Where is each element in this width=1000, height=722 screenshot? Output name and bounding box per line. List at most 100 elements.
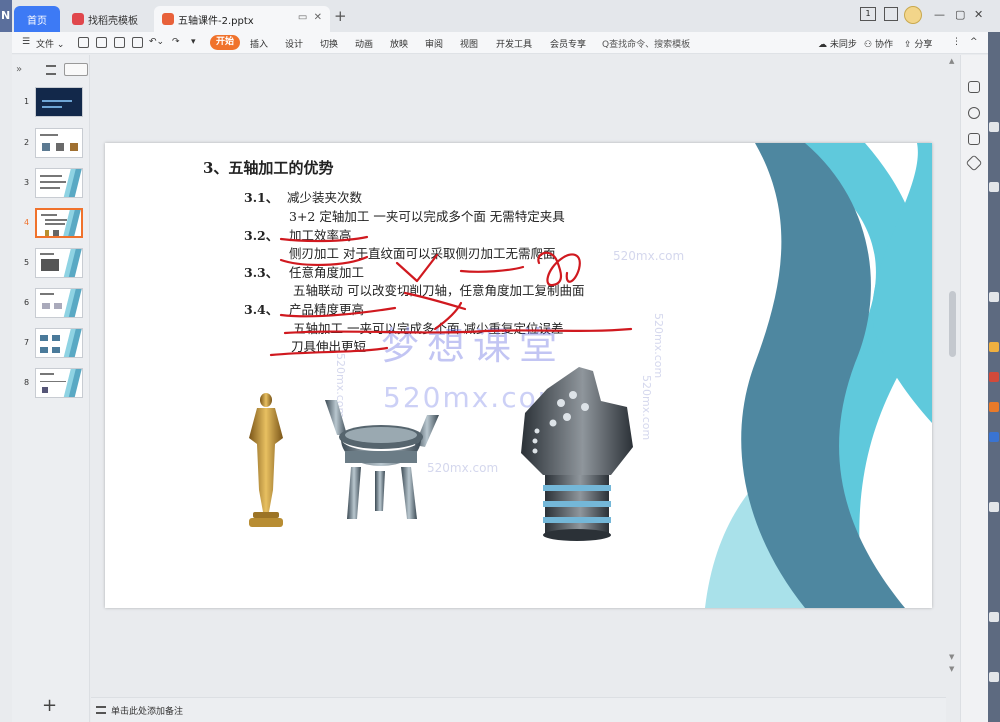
menu-tab-start[interactable]: 开始 [210,35,240,50]
pptx-file-icon [162,13,174,25]
thumbnail-item[interactable]: 2 [12,128,90,160]
tab-bar: N 首页 找稻壳模板 五轴课件-2.pptx ▭ ✕ + 1 — ▢ ✕ [0,0,1000,32]
ribbon-collapse-icon[interactable]: ^ [970,37,978,47]
add-slide-button[interactable]: + [42,695,57,716]
new-tab-button[interactable]: + [334,9,347,24]
command-search[interactable]: Q查找命令、搜索模板 [602,37,690,50]
watermark-small: 520mx.com [652,313,665,379]
thumbnail-number: 1 [24,97,30,106]
window-layout-icon[interactable]: 1 [860,7,876,21]
collab-label: 协作 [874,40,893,50]
taskbar-icon[interactable] [989,612,999,622]
thumbnail-image[interactable] [35,87,83,117]
taskbar-icon[interactable] [989,432,999,442]
more-dropdown-icon[interactable]: ▾ [191,37,196,47]
export-icon[interactable] [96,37,107,48]
thumbnail-image[interactable] [35,288,83,318]
slide-canvas: 3、五轴加工的优势 3.1、 减少装夹次数 3+2 定轴加工 一夹可以完成多个面… [91,55,945,697]
tab-template[interactable]: 找稻壳模板 [64,6,152,32]
thumbnail-number: 7 [24,338,30,347]
share-button[interactable]: ⇪ 分享 [904,37,932,50]
menu-tab-transition[interactable]: 切换 [320,37,338,50]
thumbnail-image[interactable] [35,128,83,158]
trophy-statue-image[interactable] [237,390,295,530]
item-heading: 任意角度加工 [289,265,365,280]
drill-bit-model-image[interactable] [517,367,635,543]
undo-icon[interactable]: ↶⌄ [149,37,164,47]
redo-icon[interactable]: ↷ [172,37,180,47]
item-heading: 减少装夹次数 [287,190,363,205]
outline-view-icon[interactable] [46,65,56,75]
taskbar-icon[interactable] [989,342,999,352]
thumbnail-image[interactable] [35,208,83,238]
taskbar-icon[interactable] [989,402,999,412]
slide-thumbnail-panel: » 1 2 3 4 5 6 7 8 + [12,55,90,722]
preview-icon[interactable] [132,37,143,48]
notes-placeholder[interactable]: 单击此处添加备注 [111,704,183,717]
vertical-scrollbar[interactable]: ▲ ▼ ▼ [946,55,960,722]
scroll-down-icon[interactable]: ▼ [949,653,954,661]
more-options-icon[interactable]: ⋮ [952,37,961,47]
notes-bar[interactable]: 单击此处添加备注 [91,697,946,722]
menu-tab-view[interactable]: 视图 [460,37,478,50]
sync-label: 未同步 [829,40,857,50]
tab-close-icon[interactable]: ▭ ✕ [298,12,322,23]
thumbnail-image[interactable] [35,328,83,358]
scroll-up-icon[interactable]: ▲ [949,57,954,65]
save-icon[interactable] [78,37,89,48]
thumbnail-item[interactable]: 8 [12,368,90,400]
menu-tab-insert[interactable]: 插入 [250,37,268,50]
menu-tab-review[interactable]: 审阅 [425,37,443,50]
slide[interactable]: 3、五轴加工的优势 3.1、 减少装夹次数 3+2 定轴加工 一夹可以完成多个面… [105,143,932,608]
thumbnail-number: 6 [24,298,30,307]
item-number: 3.2、 [244,228,279,243]
design-icon[interactable] [968,81,980,93]
tab-home[interactable]: 首页 [14,6,60,32]
scroll-down-page-icon[interactable]: ▼ [949,665,954,673]
taskbar-icon[interactable] [989,292,999,302]
close-icon[interactable]: ✕ [974,8,983,21]
maximize-icon[interactable]: ▢ [955,8,965,21]
location-icon[interactable] [968,107,980,119]
thumbnail-item[interactable]: 1 [12,87,90,119]
thumbnail-image[interactable] [35,168,83,198]
thumbnail-item[interactable]: 6 [12,288,90,320]
thumbnail-item[interactable]: 7 [12,328,90,360]
scrollbar-thumb[interactable] [949,291,956,357]
taskbar-icon[interactable] [989,122,999,132]
menu-tab-developer[interactable]: 开发工具 [496,37,532,50]
file-menu[interactable]: 文件 ⌄ [36,37,64,50]
taskbar-icon[interactable] [989,502,999,512]
slides-view-icon[interactable] [64,63,88,76]
book-icon[interactable] [968,133,980,145]
taskbar-icon[interactable] [989,372,999,382]
sync-status[interactable]: ☁ 未同步 [818,37,857,50]
menu-tab-member[interactable]: 会员专享 [550,37,586,50]
menu-tab-slideshow[interactable]: 放映 [390,37,408,50]
cube-icon[interactable] [965,154,983,172]
menu-tab-animation[interactable]: 动画 [355,37,373,50]
taskbar-icon[interactable] [989,672,999,682]
hamburger-menu-icon[interactable]: ☰ [22,37,30,47]
collaborate-button[interactable]: ⚇ 协作 [864,37,893,50]
thumbnail-item-active[interactable]: 4 [12,208,90,240]
taskbar-icon[interactable] [989,182,999,192]
thumbnail-image[interactable] [35,368,83,398]
menu-tab-design[interactable]: 设计 [285,37,303,50]
tab-document[interactable]: 五轴课件-2.pptx ▭ ✕ [154,6,330,32]
avatar[interactable] [904,6,922,24]
item-number: 3.3、 [244,265,279,280]
item-heading: 产品精度更高 [289,302,365,317]
share-label: 分享 [914,40,933,50]
thumbnail-item[interactable]: 3 [12,168,90,200]
apps-grid-icon[interactable] [884,7,898,21]
tab-document-label: 五轴课件-2.pptx [178,15,254,27]
thumbnail-number: 3 [24,178,30,187]
thumbnail-image[interactable] [35,248,83,278]
cauldron-model-image[interactable] [317,395,447,527]
collapse-panel-icon[interactable]: » [16,64,22,75]
thumbnail-item[interactable]: 5 [12,248,90,280]
print-icon[interactable] [114,37,125,48]
item-detail: 侧刃加工 对于直纹面可以采取侧刃加工无需爬面 [289,246,556,261]
minimize-icon[interactable]: — [934,8,945,21]
